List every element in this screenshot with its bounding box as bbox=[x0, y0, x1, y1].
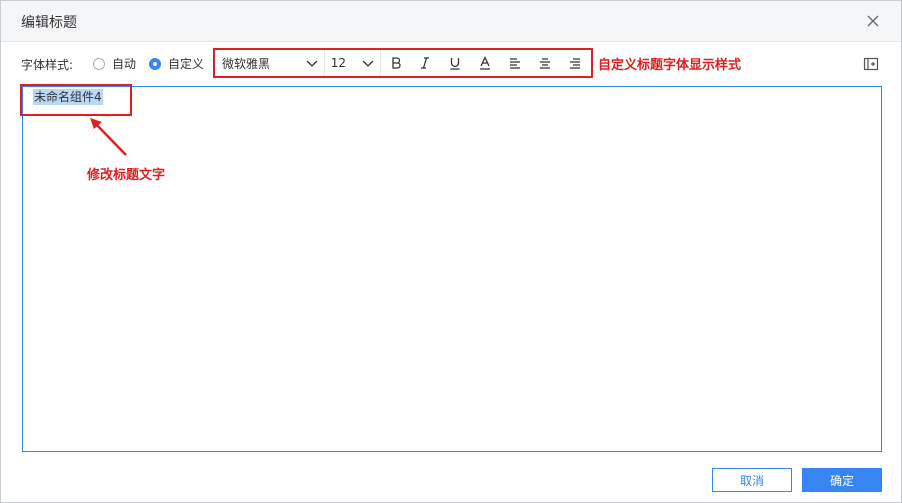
font-size-select[interactable]: 12 bbox=[325, 51, 381, 75]
font-family-select[interactable]: 微软雅黑 bbox=[215, 51, 325, 75]
align-center-icon bbox=[540, 58, 551, 69]
font-color-button[interactable] bbox=[470, 51, 500, 75]
font-format-toolbar: 微软雅黑 12 bbox=[215, 49, 590, 77]
edit-title-dialog: 编辑标题 字体样式: 自动 自定义 微软雅黑 12 自定义标题字体显示样式 未命… bbox=[0, 0, 902, 503]
dialog-header: 编辑标题 bbox=[1, 1, 901, 42]
align-right-button[interactable] bbox=[560, 51, 590, 75]
font-style-label: 字体样式: bbox=[21, 58, 74, 72]
bold-icon bbox=[391, 57, 401, 69]
font-color-icon bbox=[480, 56, 491, 70]
editor-text[interactable]: 未命名组件4 bbox=[33, 89, 103, 105]
dialog-title: 编辑标题 bbox=[21, 15, 77, 31]
chevron-down-icon bbox=[306, 60, 318, 67]
radio-custom-label: 自定义 bbox=[168, 57, 205, 71]
italic-icon bbox=[421, 57, 430, 69]
close-icon[interactable] bbox=[863, 11, 883, 31]
ok-button[interactable]: 确定 bbox=[802, 468, 882, 492]
align-center-button[interactable] bbox=[530, 51, 560, 75]
cancel-button[interactable]: 取消 bbox=[712, 468, 792, 492]
font-family-value: 微软雅黑 bbox=[222, 56, 271, 71]
radio-custom[interactable]: 自定义 bbox=[149, 55, 204, 72]
radio-custom-circle[interactable] bbox=[149, 57, 161, 70]
expand-icon[interactable] bbox=[863, 56, 879, 72]
annotation-arrow-icon bbox=[90, 118, 127, 156]
bold-button[interactable] bbox=[381, 51, 411, 75]
italic-button[interactable] bbox=[411, 51, 441, 75]
align-right-icon bbox=[569, 58, 580, 69]
align-left-button[interactable] bbox=[500, 51, 530, 75]
editor-annotation: 修改标题文字 bbox=[87, 168, 166, 183]
title-editor[interactable]: 未命名组件4 bbox=[22, 86, 882, 452]
chevron-down-icon bbox=[362, 60, 374, 67]
radio-auto-circle[interactable] bbox=[93, 57, 105, 70]
toolbar-annotation: 自定义标题字体显示样式 bbox=[598, 58, 742, 73]
radio-auto-label: 自动 bbox=[112, 57, 137, 71]
font-size-value: 12 bbox=[330, 56, 346, 70]
underline-icon bbox=[450, 58, 460, 70]
align-left-icon bbox=[510, 58, 521, 69]
underline-button[interactable] bbox=[440, 51, 470, 75]
radio-auto[interactable]: 自动 bbox=[93, 55, 136, 72]
